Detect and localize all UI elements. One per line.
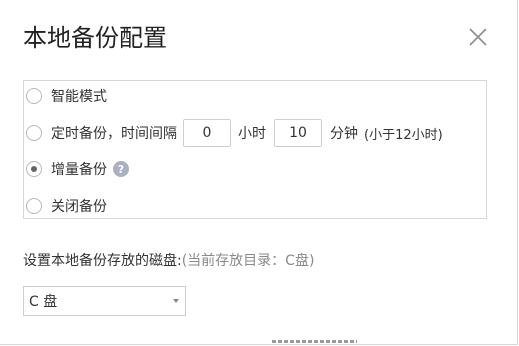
radio-incremental-backup[interactable] [26, 161, 42, 177]
disk-label-text: 设置本地备份存放的磁盘: [23, 253, 182, 269]
option-disable-backup[interactable]: 关闭备份 [24, 193, 107, 219]
minutes-input[interactable] [274, 119, 322, 147]
option-label: 增量备份 [51, 162, 107, 178]
option-label: 智能模式 [51, 89, 107, 105]
question-icon[interactable]: ? [113, 161, 129, 177]
option-smart-mode[interactable]: 智能模式 [24, 83, 107, 109]
hours-unit: 小时 [238, 126, 266, 142]
current-directory-hint: (当前存放目录：C盘) [181, 253, 315, 269]
dialog-title: 本地备份配置 [23, 24, 167, 52]
radio-smart-mode[interactable] [26, 88, 42, 104]
close-icon [469, 28, 487, 46]
option-scheduled-backup[interactable]: 定时备份，时间间隔 小时 分钟 (小于12小时) [24, 118, 443, 148]
close-button[interactable] [466, 25, 490, 49]
disk-select[interactable]: C 盘 [23, 286, 186, 316]
backup-config-dialog: 本地备份配置 智能模式 定时备份，时间间隔 小时 分钟 (小于12小时) 增量备… [0, 0, 518, 345]
interval-note: (小于12小时) [364, 127, 443, 143]
radio-scheduled-backup[interactable] [26, 125, 42, 141]
disk-setting-label: 设置本地备份存放的磁盘:(当前存放目录：C盘) [23, 250, 314, 270]
backup-mode-group: 智能模式 定时备份，时间间隔 小时 分钟 (小于12小时) 增量备份 ? 关闭备… [23, 80, 487, 219]
window-edge-icon: ⋮ [515, 178, 519, 192]
disk-select-value: C 盘 [29, 294, 58, 310]
dropdown-arrow-icon [173, 299, 179, 303]
option-label: 关闭备份 [51, 199, 107, 215]
minutes-unit: 分钟 [330, 126, 358, 142]
option-label: 定时备份，时间间隔 [51, 126, 177, 142]
option-incremental-backup[interactable]: 增量备份 ? [24, 156, 129, 182]
background-text-fragment [272, 338, 357, 346]
radio-disable-backup[interactable] [26, 198, 42, 214]
hours-input[interactable] [183, 119, 231, 147]
